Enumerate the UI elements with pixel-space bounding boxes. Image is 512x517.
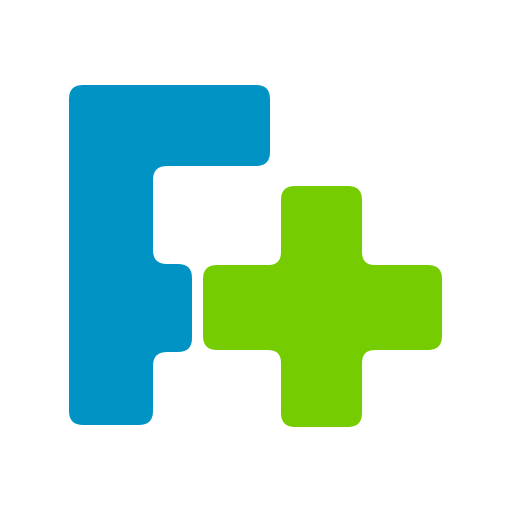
app-icon-canvas [0,0,512,512]
f-plus-logo-icon [0,0,512,512]
